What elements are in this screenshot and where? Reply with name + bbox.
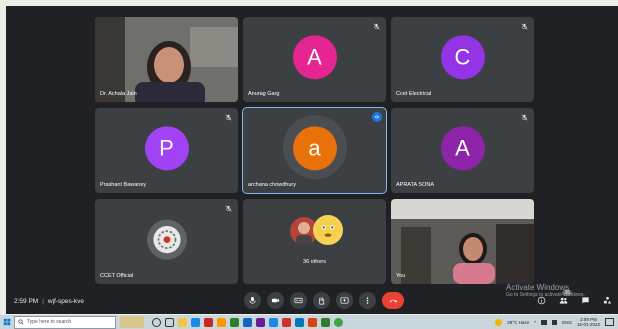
separator: | <box>42 297 44 305</box>
app-icon[interactable] <box>217 317 226 327</box>
watermark-subtitle: Go to Settings to activate Windows. <box>506 292 585 298</box>
participant-name: Anurag Garg <box>248 91 280 97</box>
meeting-code: wjf-spes-kve <box>47 297 85 305</box>
self-video-tile[interactable]: You <box>391 199 534 284</box>
excel-icon[interactable] <box>321 317 330 327</box>
call-controls <box>244 292 404 309</box>
powerpoint-icon[interactable] <box>308 317 317 327</box>
participant-tile-6[interactable]: A APRATA SONA <box>391 108 534 193</box>
more-options-button[interactable] <box>359 292 376 309</box>
start-button[interactable] <box>0 315 14 329</box>
participant-name: APRATA SONA <box>396 182 435 188</box>
participant-tile-active[interactable]: a archana chowdhury <box>242 107 387 194</box>
captions-icon <box>294 297 303 304</box>
language-indicator[interactable]: ENG <box>562 320 572 325</box>
cortana-icon[interactable] <box>152 317 161 327</box>
participant-name: CCET Official <box>100 273 134 279</box>
captions-button[interactable] <box>290 292 307 309</box>
chrome-icon[interactable] <box>334 317 343 327</box>
mic-off-icon <box>520 113 528 121</box>
cortana-widget-icon[interactable] <box>120 316 144 328</box>
app-icon[interactable] <box>269 317 278 327</box>
participant-tile-3[interactable]: C Ccet Electrical <box>391 17 534 102</box>
watermark-title: Activate Windows <box>506 283 570 292</box>
onenote-icon[interactable] <box>256 317 265 327</box>
activities-icon <box>603 296 611 304</box>
windows-taskbar: Type here to search 29°C Haze ^ ENG 2:59… <box>0 315 618 329</box>
participant-video <box>95 17 238 102</box>
phone-hangup-icon <box>389 299 397 303</box>
weather-text[interactable]: 29°C Haze <box>507 320 529 325</box>
activities-button[interactable] <box>600 292 614 309</box>
meeting-time: 2:59 PM <box>14 297 39 305</box>
task-view-icon[interactable] <box>165 317 174 327</box>
windows-logo-icon <box>3 318 11 326</box>
hand-icon <box>319 297 325 305</box>
app-icon[interactable] <box>230 317 239 327</box>
avatar: a <box>292 125 337 170</box>
taskbar-search-input[interactable]: Type here to search <box>14 315 116 329</box>
mic-icon <box>249 296 256 304</box>
participant-tile-7[interactable]: CCET Official <box>95 199 238 284</box>
search-icon <box>18 319 24 325</box>
clock[interactable]: 2:59 PM 15-01-2022 <box>577 317 600 327</box>
meet-window: Dr. Achala Jain A Anurag Garg C Ccet Ele… <box>6 6 618 314</box>
participant-name: Ccet Electrical <box>396 91 432 97</box>
participant-name: archana chowdhury <box>248 182 297 188</box>
mic-off-icon <box>372 22 380 30</box>
participant-tile-2[interactable]: A Anurag Garg <box>243 17 386 102</box>
mic-off-icon <box>520 22 528 30</box>
notification-icon[interactable] <box>605 318 614 326</box>
acrobat-icon[interactable] <box>282 317 291 327</box>
end-call-button[interactable] <box>382 292 404 309</box>
others-count: 36 others <box>303 259 326 265</box>
mic-off-icon <box>224 113 232 121</box>
avatar: A <box>292 34 337 79</box>
edge-icon[interactable] <box>191 317 200 327</box>
mic-button[interactable] <box>244 292 261 309</box>
participant-tile-video-1[interactable]: Dr. Achala Jain <box>95 17 238 102</box>
avatar: C <box>440 34 485 79</box>
participant-name: Dr. Achala Jain <box>100 91 137 97</box>
avatar: P <box>144 125 189 170</box>
network-icon[interactable] <box>541 319 548 325</box>
camera-icon <box>271 298 280 303</box>
raise-hand-button[interactable] <box>313 292 330 309</box>
speaking-indicator-icon <box>372 112 382 122</box>
self-video <box>391 199 534 284</box>
present-icon <box>340 297 349 304</box>
clock-date: 15-01-2022 <box>576 322 600 327</box>
emoji-avatar-icon <box>313 215 343 245</box>
weather-icon <box>495 318 503 326</box>
file-explorer-icon[interactable] <box>178 317 187 327</box>
avatar: A <box>440 125 485 170</box>
volume-icon[interactable] <box>552 319 558 325</box>
more-vert-icon <box>366 297 369 304</box>
participant-tile-4[interactable]: P Prashant Bawaney <box>95 108 238 193</box>
participant-name: You <box>396 273 406 279</box>
meeting-info: 2:59 PM | wjf-spes-kve <box>14 288 84 314</box>
present-button[interactable] <box>336 292 353 309</box>
app-icon[interactable] <box>204 317 213 327</box>
others-tile[interactable]: 36 others <box>243 199 386 284</box>
search-placeholder: Type here to search <box>27 319 72 325</box>
camera-button[interactable] <box>267 292 284 309</box>
institution-logo-icon <box>146 219 187 260</box>
taskbar-apps <box>152 317 343 327</box>
system-tray: 29°C Haze ^ ENG 2:59 PM 15-01-2022 <box>495 315 614 329</box>
word-icon[interactable] <box>243 317 252 327</box>
app-icon[interactable] <box>295 317 304 327</box>
mic-off-icon <box>224 204 232 212</box>
participant-name: Prashant Bawaney <box>100 182 147 188</box>
chevron-up-icon[interactable]: ^ <box>534 320 536 325</box>
activate-windows-watermark: Activate Windows Go to Settings to activ… <box>506 283 585 298</box>
